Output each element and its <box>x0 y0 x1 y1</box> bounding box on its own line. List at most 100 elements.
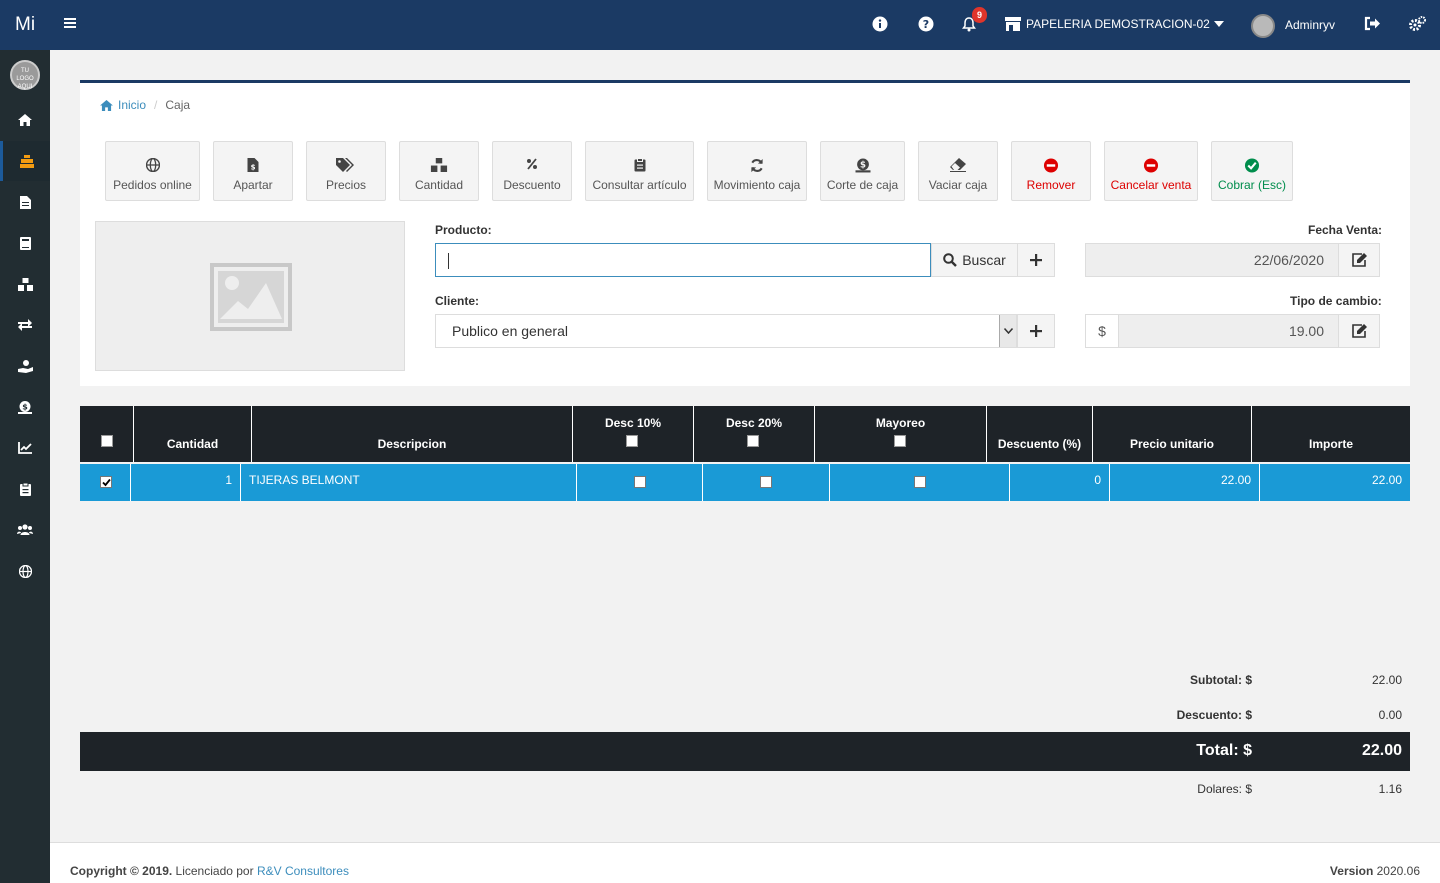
select-all-checkbox[interactable] <box>101 435 113 447</box>
descuento-total-value: 0.00 <box>1378 708 1402 722</box>
sidebar-book-icon[interactable] <box>0 223 50 263</box>
remover-button[interactable]: Remover <box>1011 141 1091 201</box>
info-icon[interactable] <box>872 16 888 35</box>
cliente-select[interactable]: Publico en general <box>435 314 1017 348</box>
row-desc10-checkbox[interactable] <box>633 476 646 488</box>
cantidad-button[interactable]: Cantidad <box>399 141 479 201</box>
footer-copyright: Copyright © 2019. Licenciado por R&V Con… <box>70 864 349 878</box>
sidebar-money-icon[interactable]: $ <box>0 387 50 427</box>
caret-down-icon <box>1213 21 1224 27</box>
row-mayoreo-cell <box>829 464 1009 501</box>
product-image-placeholder <box>95 221 405 371</box>
svg-text:$: $ <box>251 164 256 172</box>
cancelar-venta-button[interactable]: Cancelar venta <box>1104 141 1198 201</box>
company-logo: TU LOGO AQUI <box>10 60 40 90</box>
buscar-button[interactable]: Buscar <box>931 243 1018 277</box>
th-descuento: Descuento (%) <box>986 406 1092 462</box>
help-icon[interactable]: ? <box>918 16 934 35</box>
cobrar-label: Cobrar (Esc) <box>1217 178 1286 192</box>
corte-de-caja-button[interactable]: $ Corte de caja <box>820 141 905 201</box>
movimiento-caja-label: Movimiento caja <box>713 178 801 192</box>
sidebar-cash-register-icon[interactable] <box>0 141 50 181</box>
sales-table-header: Cantidad Descripcion Desc 10% Desc 20% M… <box>80 406 1410 462</box>
th-precio-label: Precio unitario <box>1129 437 1215 451</box>
tipo-cambio-label: Tipo de cambio: <box>1290 294 1382 308</box>
th-descuento-label: Descuento (%) <box>997 437 1082 451</box>
cobrar-button[interactable]: Cobrar (Esc) <box>1211 141 1293 201</box>
store-selector[interactable]: PAPELERIA DEMOSTRACION-02 <box>1004 17 1224 31</box>
breadcrumb: Inicio / Caja <box>100 98 190 112</box>
precios-button[interactable]: Precios <box>306 141 386 201</box>
edit-fecha-button[interactable] <box>1338 243 1380 277</box>
sign-out-icon[interactable] <box>1364 16 1381 34</box>
footer: Copyright © 2019. Licenciado por R&V Con… <box>50 842 1440 883</box>
settings-icon[interactable] <box>1409 16 1426 34</box>
checkmark-icon <box>102 478 111 487</box>
file-dollar-icon: $ <box>247 158 259 172</box>
mayoreo-all-checkbox[interactable] <box>894 435 906 447</box>
footer-version: Version 2020.06 <box>1330 864 1420 878</box>
user-avatar[interactable] <box>1251 14 1275 38</box>
menu-toggle-icon[interactable] <box>64 17 76 32</box>
sidebar-home-icon[interactable] <box>0 100 50 140</box>
sidebar-exchange-icon[interactable] <box>0 305 50 345</box>
add-client-button[interactable] <box>1017 314 1055 348</box>
version-label: Version <box>1329 864 1374 878</box>
vaciar-caja-button[interactable]: Vaciar caja <box>918 141 998 201</box>
add-product-button[interactable] <box>1017 243 1055 277</box>
sidebar-hand-coin-icon[interactable] <box>0 346 50 386</box>
row-descripcion: TIJERAS BELMONT <box>240 464 576 501</box>
remover-label: Remover <box>1026 178 1076 192</box>
dolares-label: Dolares: $ <box>1197 782 1252 796</box>
breadcrumb-home-link[interactable]: Inicio <box>118 98 146 112</box>
sidebar-file-invoice-icon[interactable] <box>0 182 50 222</box>
user-name[interactable]: Adminryv <box>1285 18 1335 32</box>
check-circle-icon <box>1244 158 1260 173</box>
row-mayoreo-checkbox[interactable] <box>913 476 926 488</box>
apartar-label: Apartar <box>233 178 273 192</box>
descuento-button[interactable]: Descuento <box>492 141 572 201</box>
consultar-articulo-button[interactable]: Consultar artículo <box>585 141 694 201</box>
table-row[interactable]: 1 TIJERAS BELMONT 0 22.00 22.00 <box>80 464 1410 501</box>
desc20-all-checkbox[interactable] <box>747 435 759 447</box>
movimiento-caja-button[interactable]: Movimiento caja <box>707 141 807 201</box>
home-icon <box>100 99 113 111</box>
chevron-down-icon <box>999 315 1016 347</box>
th-importe-label: Importe <box>1308 437 1353 451</box>
edit-tipo-cambio-button[interactable] <box>1338 314 1380 348</box>
select-all-column <box>80 406 133 462</box>
producto-input[interactable] <box>435 243 931 277</box>
row-cantidad[interactable]: 1 <box>130 464 240 501</box>
th-descripcion-label: Descripcion <box>377 437 447 451</box>
text-cursor <box>448 253 449 269</box>
sidebar-globe-icon[interactable] <box>0 551 50 591</box>
store-icon <box>1005 17 1021 31</box>
row-descuento[interactable]: 0 <box>1009 464 1109 501</box>
th-importe: Importe <box>1251 406 1410 462</box>
row-importe: 22.00 <box>1259 464 1410 501</box>
refresh-icon <box>751 158 763 173</box>
sidebar-chart-line-icon[interactable] <box>0 428 50 468</box>
th-precio: Precio unitario <box>1092 406 1251 462</box>
apartar-button[interactable]: $ Apartar <box>213 141 293 201</box>
sidebar-cubes-icon[interactable] <box>0 264 50 304</box>
row-select-checkbox[interactable] <box>100 476 112 488</box>
company-link[interactable]: R&V Consultores <box>257 864 349 878</box>
buscar-label: Buscar <box>962 252 1006 268</box>
version-value: 2020.06 <box>1373 864 1420 878</box>
sidebar-clipboard-icon[interactable] <box>0 469 50 509</box>
desc10-all-checkbox[interactable] <box>626 435 638 447</box>
cliente-label: Cliente: <box>435 294 480 308</box>
fecha-venta-field: 22/06/2020 <box>1085 243 1339 277</box>
plus-icon <box>1030 325 1042 337</box>
sidebar-users-icon[interactable] <box>0 510 50 550</box>
tags-icon <box>336 158 354 172</box>
vaciar-caja-label: Vaciar caja <box>928 178 988 192</box>
th-mayoreo-label: Mayoreo <box>875 416 926 430</box>
row-desc20-checkbox[interactable] <box>760 476 772 488</box>
pedidos-online-button[interactable]: Pedidos online <box>105 141 200 201</box>
precios-label: Precios <box>325 178 366 192</box>
th-mayoreo: Mayoreo <box>814 406 986 462</box>
cancelar-venta-label: Cancelar venta <box>1110 178 1192 192</box>
brand-logo[interactable]: Mi <box>15 14 35 36</box>
